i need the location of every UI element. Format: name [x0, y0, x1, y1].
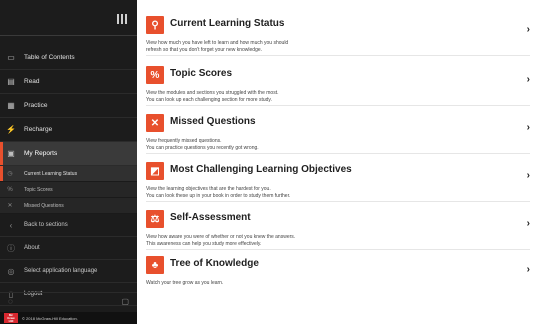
- sidebar-sub-current-learning-status[interactable]: ◷ Current Learning Status: [0, 166, 137, 182]
- sidebar: ▭ Table of Contents ▤ Read ▦ Practice ⚡ …: [0, 0, 137, 324]
- globe-icon: ◎: [7, 266, 15, 276]
- sidebar-item-read[interactable]: ▤ Read: [0, 70, 137, 94]
- sidebar-item-recharge[interactable]: ⚡ Recharge: [0, 118, 137, 142]
- report-card-tree-of-knowledge[interactable]: ♣ Tree of Knowledge Watch your tree grow…: [146, 250, 530, 296]
- settings-icon[interactable]: ◌: [8, 297, 13, 306]
- chevron-right-icon[interactable]: ›: [527, 74, 530, 85]
- sidebar-header: [0, 0, 137, 36]
- sidebar-item-language[interactable]: ◎ Select application language: [0, 260, 137, 283]
- card-title: Self-Assessment: [170, 212, 251, 223]
- report-card-most-challenging[interactable]: ◩ Most Challenging Learning Objectives V…: [146, 156, 530, 202]
- sidebar-item-label: Practice: [24, 102, 48, 109]
- search-icon: ⚲: [146, 16, 164, 34]
- sidebar-item-label: Back to sections: [24, 222, 68, 228]
- sidebar-item-my-reports[interactable]: ▣ My Reports: [0, 142, 137, 166]
- report-card-self-assessment[interactable]: ⚖ Self-Assessment View how aware you wer…: [146, 204, 530, 250]
- tree-icon: ♣: [146, 256, 164, 274]
- sidebar-item-label: Table of Contents: [24, 54, 75, 61]
- sidebar-item-label: Read: [24, 78, 40, 85]
- sidebar-bottom-icons: ◌ ▢: [0, 292, 137, 310]
- chevron-right-icon[interactable]: ›: [527, 264, 530, 275]
- report-card-topic-scores[interactable]: % Topic Scores View the modules and sect…: [146, 60, 530, 106]
- card-description: View how aware you were of whether or no…: [146, 234, 296, 247]
- sidebar-item-label: Recharge: [24, 126, 53, 133]
- copyright-text: © 2018 McGraw-Hill Education.: [22, 315, 78, 321]
- chat-icon[interactable]: ▢: [121, 297, 129, 306]
- book-icon: ▭: [7, 53, 15, 62]
- card-title: Current Learning Status: [170, 18, 285, 29]
- card-title: Missed Questions: [170, 116, 256, 127]
- card-title: Topic Scores: [170, 68, 233, 79]
- chevron-right-icon[interactable]: ›: [527, 170, 530, 181]
- scale-icon: ⚖: [146, 210, 164, 228]
- info-icon: ⓘ: [7, 243, 15, 253]
- percent-icon: %: [146, 66, 164, 84]
- read-icon: ▤: [7, 77, 15, 86]
- card-description: View how much you have left to learn and…: [146, 40, 289, 53]
- menu-icon[interactable]: [117, 14, 127, 24]
- status-icon: ◷: [7, 171, 13, 177]
- chevron-right-icon[interactable]: ›: [527, 122, 530, 133]
- sidebar-item-label: Select application language: [24, 268, 98, 274]
- sidebar-item-label: My Reports: [24, 150, 58, 157]
- sidebar-item-label: About: [24, 245, 40, 251]
- reports-panel: ⚲ Current Learning Status View how much …: [137, 0, 542, 324]
- reports-icon: ▣: [7, 149, 15, 158]
- chevron-right-icon[interactable]: ›: [527, 24, 530, 35]
- percent-icon: %: [7, 186, 13, 193]
- practice-icon: ▦: [7, 101, 15, 110]
- card-title: Most Challenging Learning Objectives: [170, 164, 352, 175]
- sidebar-sub-label: Current Learning Status: [24, 170, 78, 177]
- sidebar-item-practice[interactable]: ▦ Practice: [0, 94, 137, 118]
- close-icon: ✕: [146, 114, 164, 132]
- card-description: View frequently missed questions. You ca…: [146, 138, 259, 151]
- sidebar-sub-label: Topic Scores: [24, 186, 53, 193]
- card-description: View the modules and sections you strugg…: [146, 90, 279, 103]
- sidebar-item-back-to-sections[interactable]: ‹ Back to sections: [0, 214, 137, 237]
- card-description: Watch your tree grow as you learn.: [146, 280, 224, 286]
- sidebar-sub-label: Missed Questions: [24, 202, 64, 209]
- sidebar-sub-topic-scores[interactable]: % Topic Scores: [0, 182, 137, 198]
- sidebar-footer: Mc Graw Hill © 2018 McGraw-Hill Educatio…: [0, 312, 137, 324]
- sidebar-item-about[interactable]: ⓘ About: [0, 237, 137, 260]
- report-card-missed-questions[interactable]: ✕ Missed Questions View frequently misse…: [146, 108, 530, 154]
- card-description: View the learning objectives that are th…: [146, 186, 291, 199]
- chevron-right-icon[interactable]: ›: [527, 218, 530, 229]
- report-card-current-learning-status[interactable]: ⚲ Current Learning Status View how much …: [146, 10, 530, 56]
- card-title: Tree of Knowledge: [170, 258, 259, 269]
- sidebar-item-table-of-contents[interactable]: ▭ Table of Contents: [0, 46, 137, 70]
- target-icon: ◩: [146, 162, 164, 180]
- mcgraw-hill-logo: Mc Graw Hill: [4, 313, 18, 323]
- sidebar-sub-missed-questions[interactable]: ✕ Missed Questions: [0, 198, 137, 214]
- x-icon: ✕: [7, 203, 13, 209]
- chevron-left-icon: ‹: [9, 220, 13, 230]
- recharge-icon: ⚡: [6, 125, 16, 134]
